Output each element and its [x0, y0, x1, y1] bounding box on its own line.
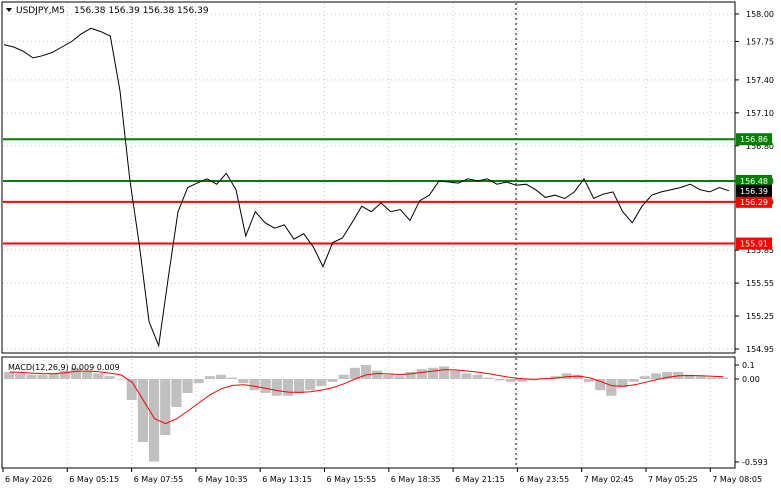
- time-tick-label: 7 May 02:45: [584, 475, 634, 484]
- macd-bar: [305, 378, 316, 391]
- macd-bar: [472, 374, 483, 379]
- macd-bar: [639, 376, 650, 379]
- macd-bar: [4, 371, 15, 379]
- time-tick-label: 6 May 13:15: [262, 475, 312, 484]
- time-tick-label: 6 May 18:35: [391, 475, 441, 484]
- level-tag-label: 156.48: [740, 177, 768, 186]
- macd-bar: [260, 378, 271, 393]
- macd-bar: [104, 376, 115, 379]
- macd-tick-label: 0.00: [742, 375, 760, 384]
- time-tick-label: 6 May 05:15: [69, 475, 119, 484]
- macd-bar: [394, 376, 405, 379]
- macd-bar: [360, 365, 372, 379]
- macd-bar: [282, 378, 293, 396]
- time-tick-label: 6 May 07:55: [134, 475, 184, 484]
- macd-bar: [48, 373, 59, 379]
- price-tick-label: 157.75: [746, 37, 774, 46]
- macd-bar: [137, 378, 148, 442]
- macd-bar: [294, 378, 305, 393]
- macd-bar: [706, 377, 717, 379]
- level-tag-label: 156.86: [740, 135, 768, 144]
- macd-bar: [338, 374, 349, 379]
- macd-bar: [271, 378, 282, 396]
- price-tick-label: 157.40: [746, 76, 774, 85]
- macd-bar: [227, 377, 238, 379]
- macd-bar: [494, 378, 505, 381]
- macd-bar: [193, 378, 204, 384]
- macd-bar: [204, 376, 215, 379]
- macd-tick-label: -0.593: [742, 458, 768, 467]
- price-tick-label: 155.55: [746, 279, 774, 288]
- macd-bar: [215, 374, 227, 379]
- price-tick-label: 158.00: [746, 10, 774, 19]
- trading-chart[interactable]: USDJPY,M5 156.38 156.39 156.38 156.39 MA…: [0, 0, 781, 489]
- macd-bar: [316, 378, 327, 386]
- macd-label: MACD(12,26,9) 0.009 0.009: [8, 363, 120, 372]
- macd-bar: [160, 378, 171, 435]
- macd-bar: [238, 378, 249, 384]
- macd-bar: [372, 370, 383, 379]
- macd-bar: [628, 378, 639, 382]
- macd-bar: [416, 369, 427, 379]
- time-tick-label: 6 May 23:55: [519, 475, 569, 484]
- time-tick-label: 6 May 15:55: [327, 475, 377, 484]
- level-tag-label: 156.29: [740, 198, 768, 207]
- macd-bar: [505, 378, 517, 382]
- time-tick-label: 6 May 21:15: [455, 475, 505, 484]
- macd-bar: [606, 378, 617, 396]
- time-tick-label: 7 May 05:25: [648, 475, 698, 484]
- price-tick-label: 154.95: [746, 345, 774, 354]
- symbol-label: USDJPY,M5: [16, 6, 65, 16]
- macd-bar: [383, 374, 394, 379]
- macd-bar: [26, 374, 37, 379]
- time-tick-label: 6 May 2026: [5, 475, 52, 484]
- macd-bar: [584, 378, 595, 382]
- current-price-label: 156.39: [740, 187, 768, 196]
- macd-bar: [93, 373, 104, 379]
- macd-bar: [37, 374, 48, 379]
- time-tick-label: 7 May 08:05: [712, 475, 762, 484]
- macd-bar: [439, 366, 450, 379]
- price-tick-label: 157.10: [746, 109, 774, 118]
- macd-bar: [695, 376, 706, 379]
- level-tag-label: 155.91: [740, 240, 768, 249]
- macd-bar: [115, 378, 126, 380]
- macd-bar: [483, 377, 494, 379]
- macd-bar: [427, 367, 438, 379]
- macd-tick-label: 0.1: [742, 361, 755, 370]
- macd-bar: [650, 373, 662, 379]
- macd-bar: [171, 378, 182, 407]
- ohlc-values: 156.38 156.39 156.38 156.39: [74, 6, 209, 16]
- time-tick-label: 6 May 10:35: [198, 475, 248, 484]
- macd-bar: [15, 373, 26, 379]
- price-tick-label: 155.25: [746, 312, 774, 321]
- macd-bar: [182, 378, 193, 393]
- macd-bar: [327, 378, 338, 382]
- macd-bar: [461, 373, 472, 379]
- macd-bar: [717, 377, 728, 379]
- macd-bar: [450, 370, 461, 379]
- macd-bar: [249, 378, 260, 391]
